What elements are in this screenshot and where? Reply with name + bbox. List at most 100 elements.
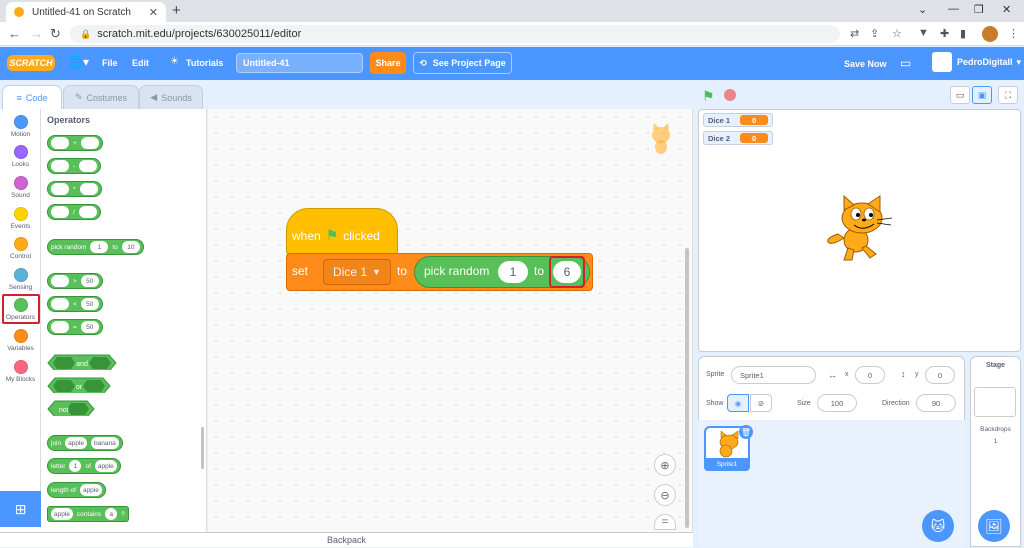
back-icon[interactable]: ← (8, 26, 21, 41)
y-input[interactable]: 0 (925, 366, 955, 384)
subtract-block[interactable]: - (47, 158, 102, 174)
x-input[interactable]: 0 (855, 366, 885, 384)
chevron-down-icon[interactable]: ⌄ (918, 3, 927, 16)
and-block[interactable]: and (47, 354, 117, 370)
puzzle-icon[interactable]: ✚ (940, 27, 949, 40)
add-extension-button[interactable]: ⊞ (0, 491, 41, 527)
less-than-block[interactable]: <50 (47, 296, 103, 312)
block-input[interactable]: apple (79, 484, 102, 496)
folder-icon[interactable]: ▭ (900, 56, 911, 70)
stage-thumbnail[interactable] (974, 387, 1016, 417)
green-flag-icon[interactable]: ⚑ (702, 88, 715, 105)
block-label: to (112, 243, 118, 251)
fullscreen-button[interactable]: ⛶ (998, 86, 1018, 104)
show-hidden-button[interactable]: ⊘ (750, 394, 772, 412)
block-input[interactable]: apple (65, 437, 88, 449)
add-sprite-button[interactable]: 🐱 (922, 510, 954, 542)
new-tab-icon[interactable]: + (172, 2, 181, 19)
join-block[interactable]: join apple banana (47, 435, 123, 451)
share-icon[interactable]: ⇪ (870, 27, 879, 40)
block-input[interactable]: 50 (80, 275, 99, 287)
block-input[interactable]: banana (91, 437, 119, 449)
multiply-block[interactable]: * (47, 181, 102, 197)
category-looks[interactable]: Looks (0, 145, 41, 168)
browser-profile-avatar[interactable] (982, 26, 998, 42)
kebab-menu-icon[interactable]: ⋮ (1008, 27, 1019, 40)
not-block[interactable]: not (47, 400, 95, 416)
see-project-page-button[interactable]: ⟲ See Project Page (413, 52, 512, 74)
extension-icon[interactable]: ▼ (918, 27, 929, 39)
random-from-input[interactable]: 1 (498, 261, 528, 283)
forward-icon[interactable]: → (30, 26, 43, 41)
scratch-logo[interactable]: SCRATCH (7, 55, 55, 71)
category-my-blocks[interactable]: My Blocks (0, 360, 41, 383)
pick-random-block[interactable]: pick random 1 to 10 (47, 239, 144, 255)
restore-icon[interactable]: ❐ (974, 3, 984, 16)
small-stage-button[interactable]: ▭ (950, 86, 970, 104)
sidebar-icon[interactable]: ▮ (960, 27, 966, 40)
backpack[interactable]: Backpack (0, 532, 693, 547)
share-button[interactable]: Share (370, 52, 406, 74)
url-field[interactable]: 🔒 scratch.mit.edu/projects/630025011/edi… (70, 25, 840, 43)
sprite-name-input[interactable]: Sprite1 (731, 366, 816, 384)
add-block[interactable]: + (47, 135, 103, 151)
block-input[interactable]: 50 (80, 298, 99, 310)
block-input[interactable]: 10 (121, 241, 140, 253)
letter-of-block[interactable]: letter 1 of apple (47, 458, 121, 474)
reload-icon[interactable]: ↻ (50, 26, 61, 42)
block-input[interactable]: 1 (69, 460, 82, 472)
greater-than-block[interactable]: >50 (47, 273, 103, 289)
browser-tab[interactable]: Untitled-41 on Scratch ✕ (6, 2, 166, 22)
close-window-icon[interactable]: ✕ (1002, 3, 1011, 16)
code-icon: ≡ (16, 93, 22, 103)
normal-stage-button[interactable]: ▣ (972, 86, 992, 104)
account-menu[interactable]: PedroDigitall ▾ (932, 52, 1021, 72)
category-variables[interactable]: Variables (0, 329, 41, 352)
eye-icon: ◉ (734, 398, 742, 408)
edit-menu[interactable]: Edit (132, 58, 149, 68)
category-events[interactable]: Events (0, 207, 41, 230)
direction-input[interactable]: 90 (916, 394, 956, 412)
or-block[interactable]: or (47, 377, 111, 393)
block-input[interactable]: a (105, 508, 118, 520)
tab-code[interactable]: ≡ Code (2, 85, 62, 110)
add-backdrop-button[interactable]: 🖼 (978, 510, 1010, 542)
tab-sounds[interactable]: ◀ Sounds (139, 85, 203, 110)
contains-block[interactable]: apple contains a ? (47, 506, 129, 522)
zoom-reset-button[interactable]: = (654, 514, 676, 530)
delete-sprite-button[interactable]: 🗑 (739, 425, 753, 439)
category-motion[interactable]: Motion (0, 115, 41, 138)
category-sound[interactable]: Sound (0, 176, 41, 199)
block-input[interactable]: apple (51, 508, 73, 520)
size-input[interactable]: 100 (817, 394, 857, 412)
close-tab-icon[interactable]: ✕ (149, 6, 158, 19)
tab-costumes[interactable]: ✎ Costumes (63, 85, 139, 110)
zoom-in-button[interactable]: ⊕ (654, 454, 676, 476)
category-sensing[interactable]: Sensing (0, 268, 41, 291)
length-of-block[interactable]: length of apple (47, 482, 106, 498)
variable-dropdown[interactable]: Dice 1 ▼ (323, 259, 391, 285)
equals-block[interactable]: = 50 (47, 319, 103, 335)
minimize-icon[interactable]: — (948, 3, 959, 15)
palette-scrollbar[interactable] (201, 427, 204, 469)
variable-monitor-dice-1[interactable]: Dice 1 0 (703, 113, 774, 127)
variable-monitor-dice-2[interactable]: Dice 2 0 (703, 131, 774, 145)
translate-icon[interactable]: ⇄ (850, 27, 859, 40)
stop-icon[interactable] (724, 89, 736, 101)
divide-block[interactable]: / (47, 204, 101, 220)
save-now-button[interactable]: Save Now (844, 59, 887, 69)
script-area[interactable] (208, 109, 693, 532)
tutorials-menu[interactable]: Tutorials (186, 58, 223, 68)
script-scrollbar[interactable] (685, 248, 689, 528)
file-menu[interactable]: File (102, 58, 118, 68)
block-input[interactable]: 50 (80, 321, 99, 333)
show-visible-button[interactable]: ◉ (727, 394, 749, 412)
project-title-input[interactable]: Untitled-41 (236, 53, 363, 73)
category-control[interactable]: Control (0, 237, 41, 260)
block-input[interactable]: 1 (90, 241, 109, 253)
scratch-cat-sprite[interactable] (822, 194, 894, 264)
globe-icon[interactable]: 🌐▾ (68, 55, 89, 69)
block-input[interactable]: apple (94, 460, 117, 472)
zoom-out-button[interactable]: ⊖ (654, 484, 676, 506)
star-icon[interactable]: ☆ (892, 27, 902, 40)
